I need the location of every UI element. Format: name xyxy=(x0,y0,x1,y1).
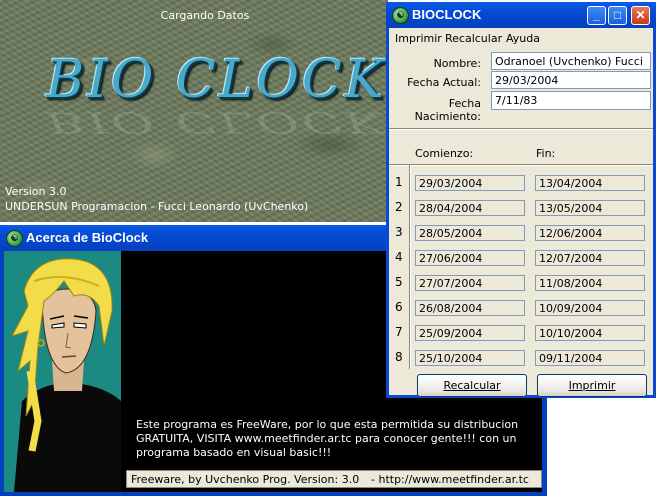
end-date-cell: 13/04/2004 xyxy=(535,175,645,191)
minimize-button[interactable]: _ xyxy=(587,6,606,25)
row-number: 2 xyxy=(395,200,403,214)
splash-version: Version 3.0 xyxy=(5,185,67,198)
end-date-cell: 12/07/2004 xyxy=(535,250,645,266)
maximize-button[interactable]: □ xyxy=(608,6,627,25)
row-number: 5 xyxy=(395,275,403,289)
row-number: 3 xyxy=(395,225,403,239)
menu-bar: Imprimir Recalcular Ayuda xyxy=(389,29,653,47)
row-number: 8 xyxy=(395,350,403,364)
end-date-cell: 11/08/2004 xyxy=(535,275,645,291)
row-number: 4 xyxy=(395,250,403,264)
start-date-cell: 25/10/2004 xyxy=(415,350,525,366)
window-title: BIOCLOCK xyxy=(412,7,482,22)
row-number: 1 xyxy=(395,175,403,189)
about-statusbar: Freeware, by Uvchenko Prog. Version: 3.0… xyxy=(126,470,542,488)
status-website: - http://www.meetfinder.ar.tc xyxy=(371,473,529,486)
end-date-cell: 09/11/2004 xyxy=(535,350,645,366)
current-date-field[interactable]: 29/03/2004 xyxy=(491,71,651,89)
start-date-cell: 26/08/2004 xyxy=(415,300,525,316)
end-date-cell: 13/05/2004 xyxy=(535,200,645,216)
start-date-cell: 29/03/2004 xyxy=(415,175,525,191)
col-end-header: Fin: xyxy=(536,147,556,160)
recalcular-button[interactable]: Recalcular xyxy=(417,374,527,397)
col-start-header: Comienzo: xyxy=(415,147,474,160)
end-date-cell: 10/09/2004 xyxy=(535,300,645,316)
loading-status: Cargando Datos xyxy=(160,9,250,22)
bioclock-app-icon: ☯ xyxy=(6,230,23,247)
about-title: Acerca de BioClock xyxy=(26,230,149,245)
current-date-label: Fecha Actual: xyxy=(407,76,481,89)
close-icon: ✕ xyxy=(635,8,646,22)
about-message: Este programa es FreeWare, por lo que es… xyxy=(136,418,519,459)
row-number: 6 xyxy=(395,300,403,314)
author-portrait xyxy=(4,251,121,492)
birth-date-field[interactable]: 7/11/83 xyxy=(491,91,651,110)
logo-reflection: BIO CLOCK xyxy=(46,105,387,139)
start-date-cell: 25/09/2004 xyxy=(415,325,525,341)
menu-imprimir[interactable]: Imprimir xyxy=(395,32,442,45)
minimize-icon: _ xyxy=(593,8,600,22)
divider xyxy=(389,128,653,130)
status-freeware: Freeware, by Uvchenko Prog. Version: 3.0 xyxy=(131,473,360,486)
start-date-cell: 27/07/2004 xyxy=(415,275,525,291)
row-number: 7 xyxy=(395,325,403,339)
name-field[interactable]: Odranoel (Uvchenko) Fucci xyxy=(491,52,651,70)
menu-recalcular[interactable]: Recalcular xyxy=(445,32,502,45)
start-date-cell: 28/04/2004 xyxy=(415,200,525,216)
bioclock-titlebar[interactable]: ☯ BIOCLOCK _ □ ✕ xyxy=(386,2,656,28)
start-date-cell: 28/05/2004 xyxy=(415,225,525,241)
maximize-icon: □ xyxy=(613,8,622,22)
divider xyxy=(389,164,653,166)
row-number-divider xyxy=(409,165,411,369)
bioclock-app-icon: ☯ xyxy=(392,7,409,24)
end-date-cell: 10/10/2004 xyxy=(535,325,645,341)
start-date-cell: 27/06/2004 xyxy=(415,250,525,266)
bioclock-window: ☯ BIOCLOCK _ □ ✕ Imprimir Recalcular Ayu… xyxy=(386,2,656,398)
menu-ayuda[interactable]: Ayuda xyxy=(506,32,540,45)
name-label: Nombre: xyxy=(433,57,481,70)
imprimir-button[interactable]: Imprimir xyxy=(537,374,647,397)
splash-screen: Cargando Datos BIO CLOCK BIO CLOCK Versi… xyxy=(0,0,388,222)
end-date-cell: 12/06/2004 xyxy=(535,225,645,241)
bioclock-logo: BIO CLOCK xyxy=(46,50,387,110)
splash-credit: UNDERSUN Programacion - Fucci Leonardo (… xyxy=(5,200,309,213)
birth-date-label: Fecha Nacimiento: xyxy=(414,97,481,123)
close-button[interactable]: ✕ xyxy=(631,6,650,25)
